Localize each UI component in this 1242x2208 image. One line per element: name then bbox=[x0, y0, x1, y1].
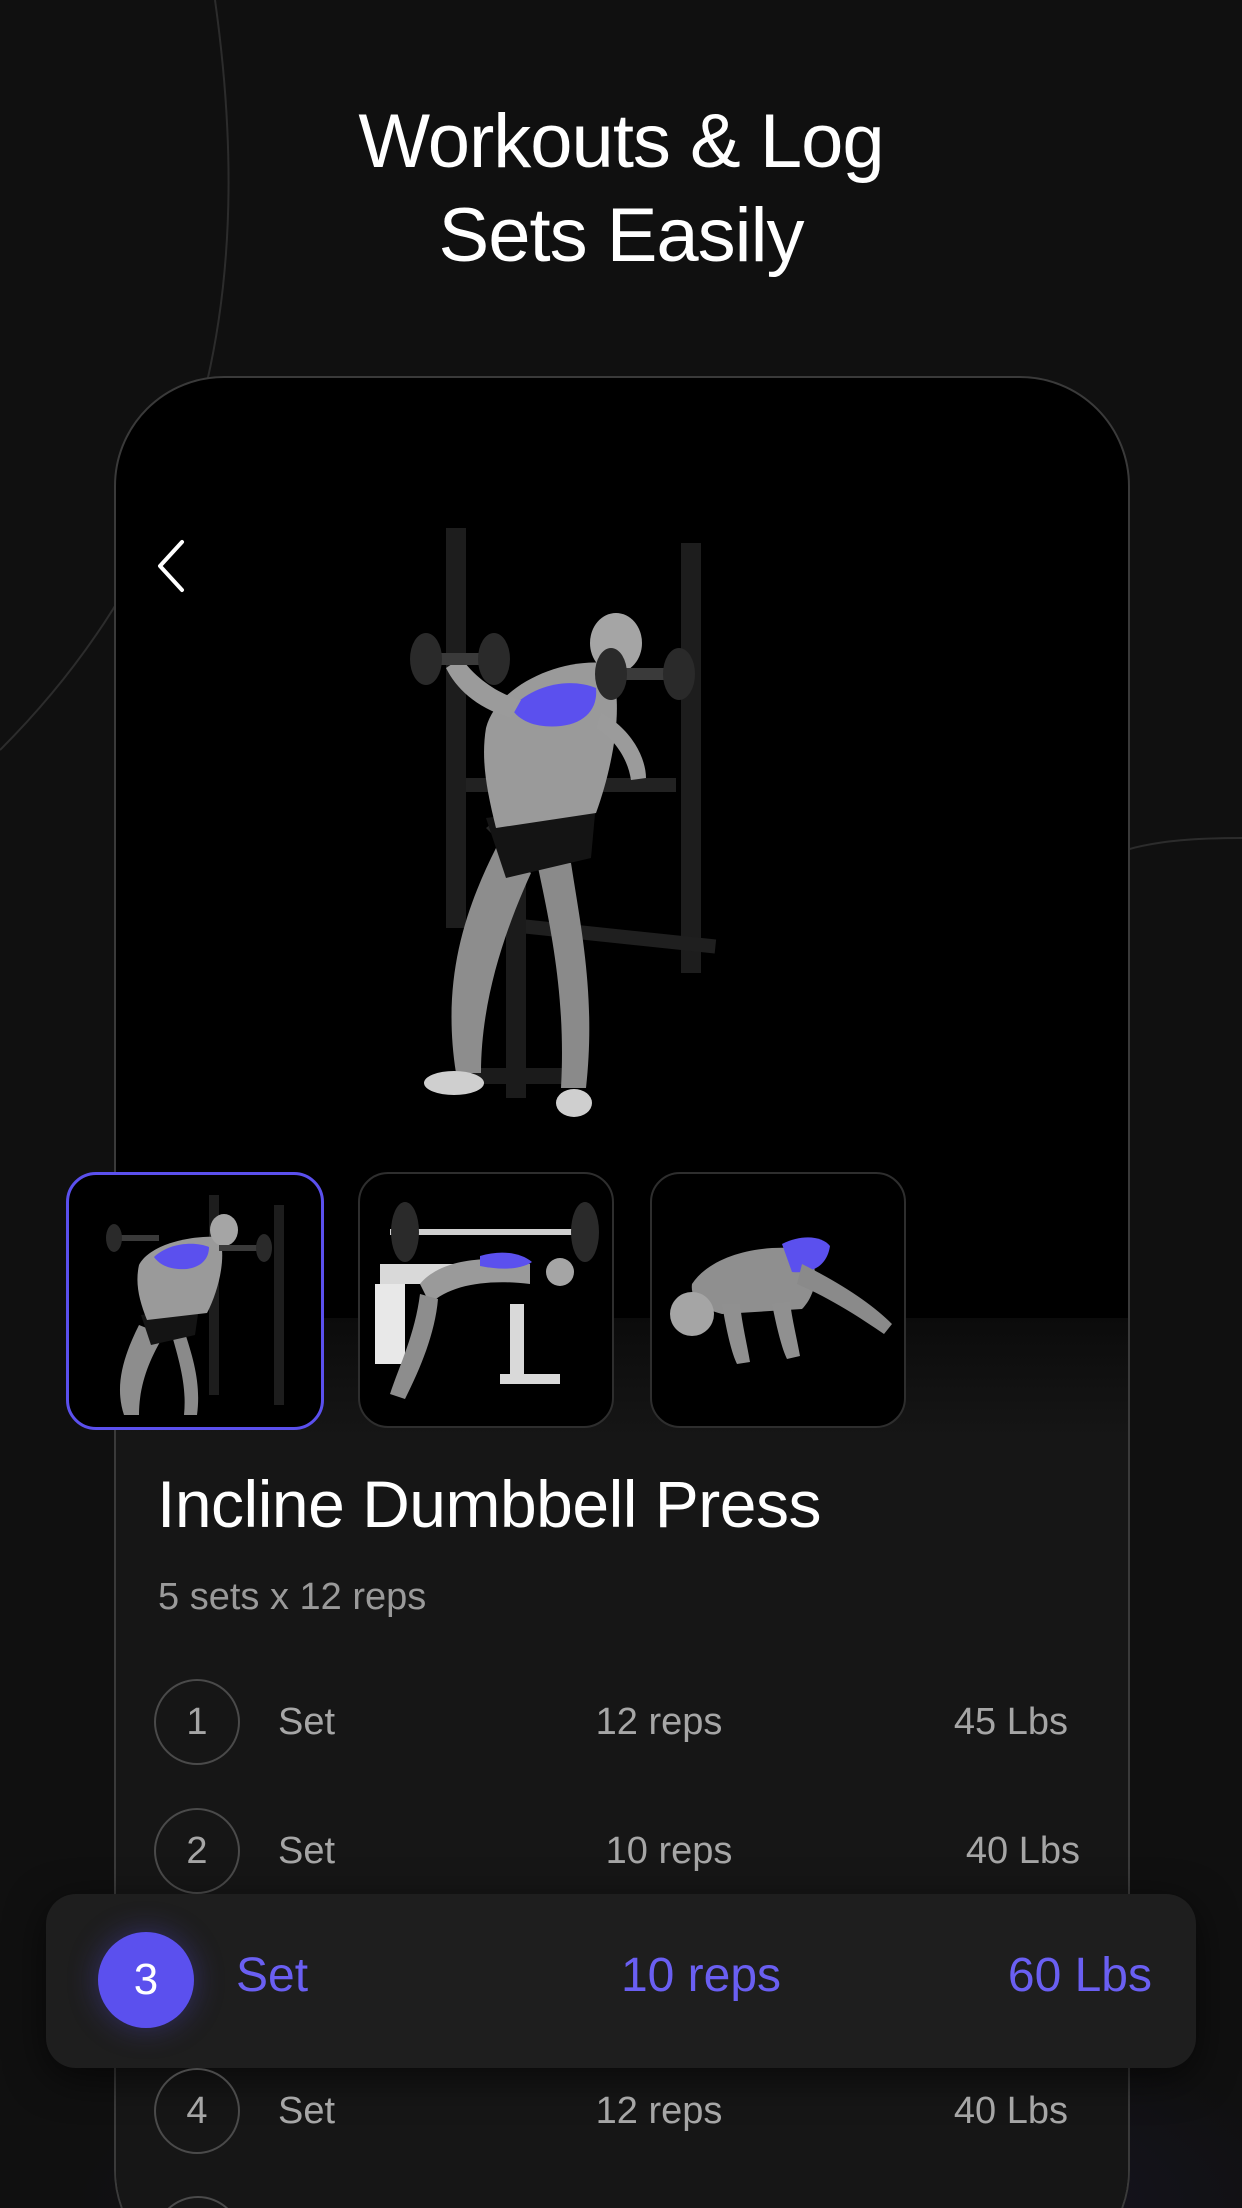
thumbnail-incline-dumbbell-press[interactable] bbox=[66, 1172, 324, 1430]
set-label: Set bbox=[278, 2090, 336, 2132]
active-set-label: Set bbox=[236, 1949, 309, 2002]
set-number-badge: 4 bbox=[154, 2068, 240, 2154]
active-set-weight: 60 Lbs bbox=[1007, 1949, 1152, 2002]
bench-press-thumbnail-image bbox=[375, 1202, 599, 1399]
set-reps: 12 reps bbox=[595, 2090, 723, 2132]
onboarding-headline: Workouts & Log Sets Easily bbox=[0, 95, 1242, 283]
set-row[interactable]: 4 Set 12 reps 40 Lbs bbox=[154, 2068, 1098, 2154]
set-number-badge: 2 bbox=[154, 1808, 240, 1894]
thumbnail-bench-press[interactable] bbox=[358, 1172, 614, 1428]
onboarding-screen: Workouts & Log Sets Easily Incline Dumbb… bbox=[0, 0, 1242, 2208]
headline-line-2: Sets Easily bbox=[438, 193, 805, 278]
set-row[interactable]: 1 Set 12 reps 45 Lbs bbox=[154, 1679, 1098, 1765]
headline-line-1: Workouts & Log bbox=[358, 99, 884, 184]
set-reps: 12 reps bbox=[595, 1701, 723, 1743]
set-weight: 40 Lbs bbox=[965, 1830, 1080, 1872]
thumbnail-push-up[interactable] bbox=[650, 1172, 906, 1428]
exercise-subtitle: 5 sets x 12 reps bbox=[158, 1576, 427, 1618]
incline-press-thumbnail-image bbox=[106, 1195, 284, 1415]
set-reps: 10 reps bbox=[605, 1830, 733, 1872]
set-weight: 40 Lbs bbox=[953, 2090, 1068, 2132]
active-set-reps: 10 reps bbox=[620, 1949, 782, 2002]
set-label: Set bbox=[278, 1701, 336, 1743]
push-up-thumbnail-image bbox=[670, 1237, 892, 1364]
exercise-hero-illustration bbox=[410, 528, 717, 1117]
exercise-title: Incline Dumbbell Press bbox=[157, 1467, 821, 1541]
active-set-number-badge: 3 bbox=[98, 1932, 194, 2028]
set-label: Set bbox=[278, 1830, 336, 1872]
active-set-card[interactable]: 3 Set 10 reps 60 Lbs bbox=[46, 1894, 1196, 2068]
set-number-badge: 1 bbox=[154, 1679, 240, 1765]
chevron-left-icon[interactable] bbox=[150, 536, 194, 596]
set-weight: 45 Lbs bbox=[953, 1701, 1068, 1743]
exercise-thumbnail-strip bbox=[66, 1172, 926, 1430]
set-row[interactable]: 2 Set 10 reps 40 Lbs bbox=[154, 1808, 1098, 1894]
